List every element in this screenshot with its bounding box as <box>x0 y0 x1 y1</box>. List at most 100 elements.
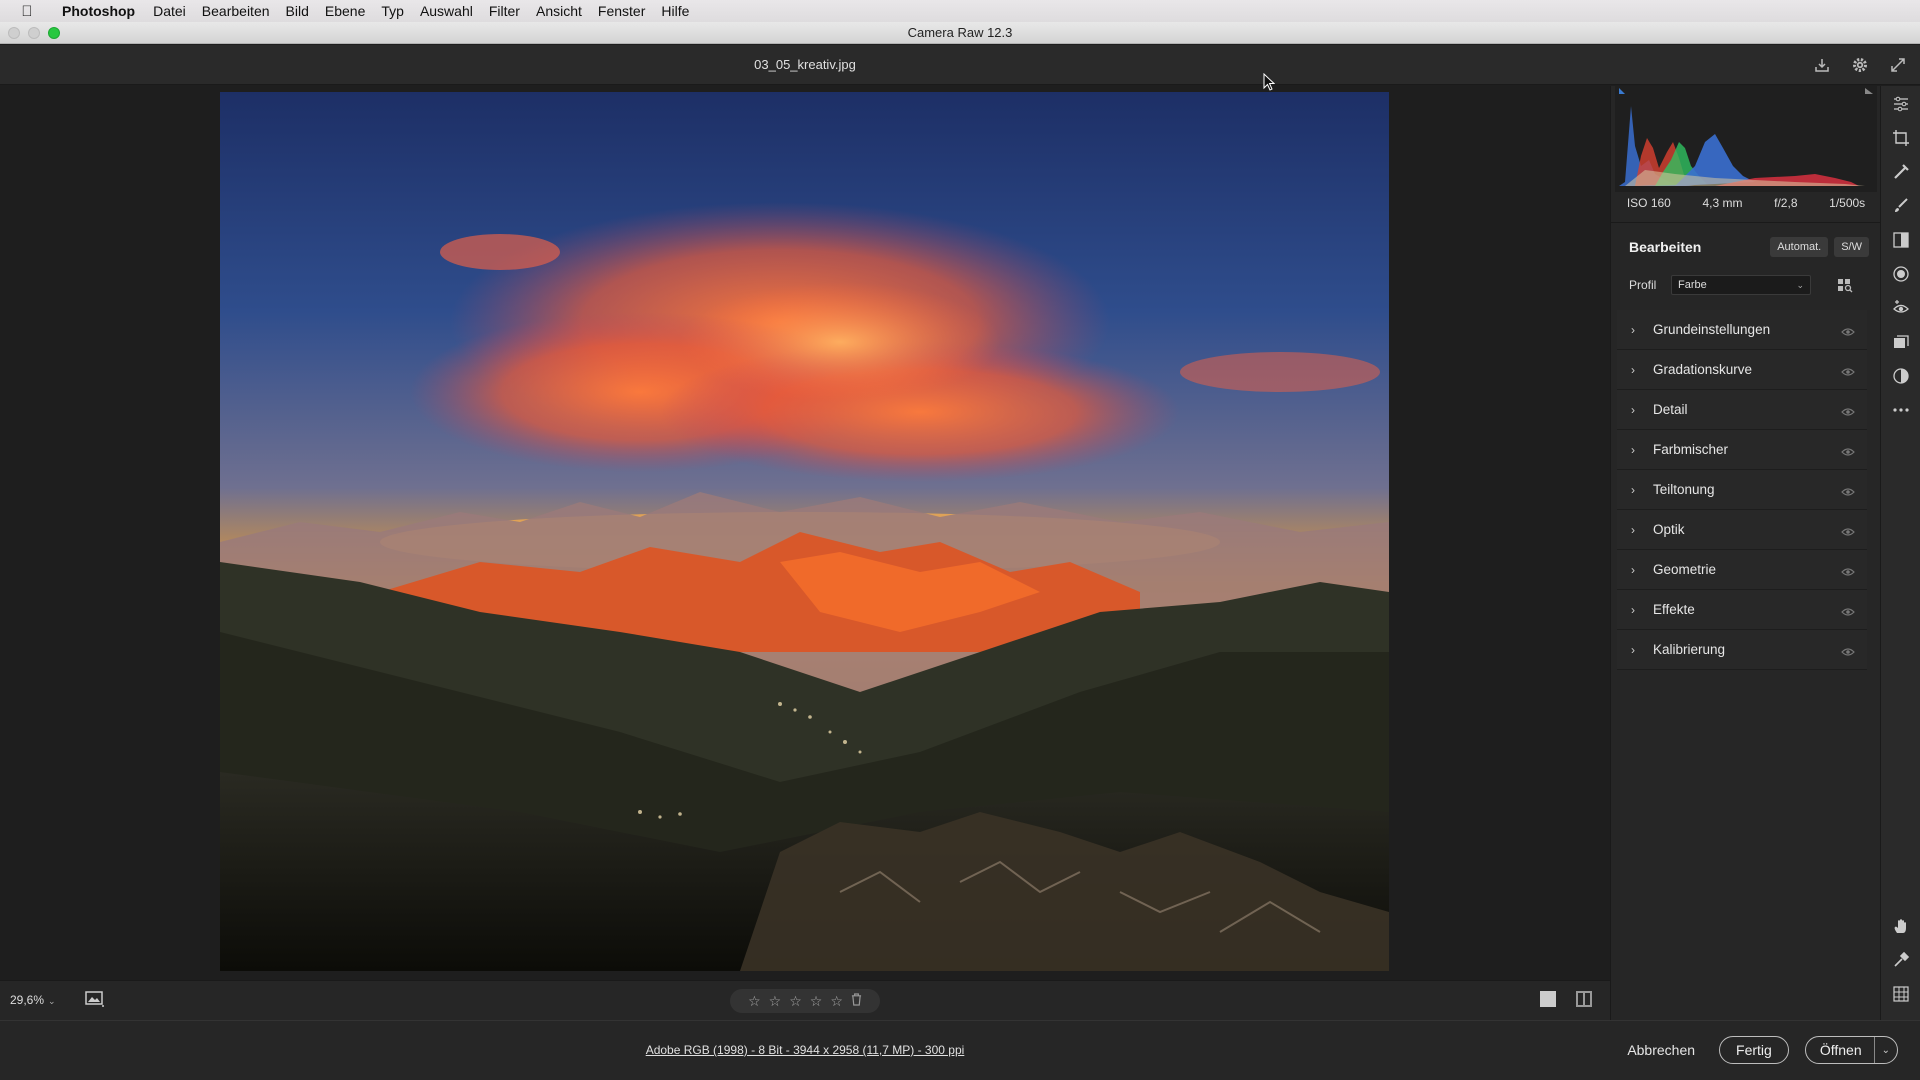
menu-hilfe[interactable]: Hilfe <box>653 0 697 22</box>
section-teiltonung[interactable]: › Teiltonung <box>1617 470 1867 510</box>
cancel-button[interactable]: Abbrechen <box>1619 1042 1703 1058</box>
section-optik[interactable]: › Optik <box>1617 510 1867 550</box>
zoom-window-button[interactable] <box>48 27 60 39</box>
chevron-down-icon[interactable]: ⌄ <box>1875 1045 1897 1056</box>
section-gradationskurve[interactable]: › Gradationskurve <box>1617 350 1867 390</box>
image-canvas[interactable] <box>0 86 1610 980</box>
section-label: Teiltonung <box>1653 482 1715 497</box>
top-icons <box>1810 53 1910 77</box>
zoom-level-dropdown[interactable]: 29,6% ⌄ <box>10 993 56 1007</box>
menu-datei[interactable]: Datei <box>145 0 194 22</box>
menu-auswahl[interactable]: Auswahl <box>412 0 481 22</box>
exif-info: ISO 160 4,3 mm f/2,8 1/500s <box>1611 196 1881 218</box>
eye-icon[interactable] <box>1841 405 1855 416</box>
done-button[interactable]: Fertig <box>1719 1036 1789 1064</box>
menu-bearbeiten[interactable]: Bearbeiten <box>194 0 278 22</box>
gear-icon[interactable] <box>1848 53 1872 77</box>
zoom-level-value: 29,6% <box>10 993 45 1007</box>
chevron-right-icon: › <box>1631 562 1635 577</box>
workflow-options-link[interactable]: Adobe RGB (1998) - 8 Bit - 3944 x 2958 (… <box>0 1043 1610 1057</box>
section-effekte[interactable]: › Effekte <box>1617 590 1867 630</box>
menu-filter[interactable]: Filter <box>481 0 528 22</box>
chevron-right-icon: › <box>1631 442 1635 457</box>
fullscreen-icon[interactable] <box>1886 53 1910 77</box>
exif-focal-length: 4,3 mm <box>1702 196 1743 210</box>
minimize-window-button[interactable] <box>28 27 40 39</box>
chevron-right-icon: › <box>1631 602 1635 617</box>
eye-icon[interactable] <box>1841 525 1855 536</box>
camera-raw-topbar: 03_05_kreativ.jpg <box>0 45 1920 85</box>
section-farbmischer[interactable]: › Farbmischer <box>1617 430 1867 470</box>
auto-button[interactable]: Automat. <box>1770 237 1829 257</box>
star-icon[interactable]: ☆ <box>830 993 843 1010</box>
star-icon[interactable]: ☆ <box>769 993 782 1010</box>
healing-brush-icon[interactable] <box>1891 162 1911 182</box>
profile-row: Profil Farbe ⌄ <box>1629 274 1869 296</box>
status-bar: Adobe RGB (1998) - 8 Bit - 3944 x 2958 (… <box>0 1020 1920 1080</box>
eye-icon[interactable] <box>1841 325 1855 336</box>
exif-aperture: f/2,8 <box>1774 196 1798 210</box>
exif-iso: ISO 160 <box>1626 196 1671 210</box>
section-detail[interactable]: › Detail <box>1617 390 1867 430</box>
menu-typ[interactable]: Typ <box>373 0 412 22</box>
section-label: Geometrie <box>1653 562 1717 577</box>
profile-select[interactable]: Farbe ⌄ <box>1671 275 1811 295</box>
eye-icon[interactable] <box>1841 605 1855 616</box>
menu-fenster[interactable]: Fenster <box>590 0 653 22</box>
grid-icon[interactable] <box>1891 984 1911 1004</box>
hand-icon[interactable] <box>1891 916 1911 936</box>
menu-ebene[interactable]: Ebene <box>317 0 373 22</box>
eye-icon[interactable] <box>1841 485 1855 496</box>
presets-icon[interactable] <box>1891 366 1911 386</box>
save-image-icon[interactable] <box>1810 53 1834 77</box>
filmstrip-icon[interactable] <box>84 990 106 1008</box>
crop-icon[interactable] <box>1891 128 1911 148</box>
apple-icon[interactable]:  <box>0 3 54 20</box>
star-icon[interactable]: ☆ <box>810 993 823 1010</box>
exif-shutter: 1/500s <box>1829 196 1866 210</box>
close-window-button[interactable] <box>8 27 20 39</box>
brush-icon[interactable] <box>1891 196 1911 216</box>
snapshots-icon[interactable] <box>1891 332 1911 352</box>
section-geometrie[interactable]: › Geometrie <box>1617 550 1867 590</box>
section-label: Gradationskurve <box>1653 362 1753 377</box>
star-icon[interactable]: ☆ <box>789 993 802 1010</box>
open-button[interactable]: Öffnen <box>1806 1037 1875 1063</box>
profile-label: Profil <box>1629 278 1657 292</box>
star-rating: ☆ ☆ ☆ ☆ ☆ <box>730 989 880 1013</box>
eyedropper-icon[interactable] <box>1891 950 1911 970</box>
eye-icon[interactable] <box>1841 645 1855 656</box>
chevron-right-icon: › <box>1631 522 1635 537</box>
chevron-right-icon: › <box>1631 402 1635 417</box>
eye-icon[interactable] <box>1841 365 1855 376</box>
section-label: Kalibrierung <box>1653 642 1726 657</box>
menu-ansicht[interactable]: Ansicht <box>528 0 590 22</box>
edit-sliders-icon[interactable] <box>1891 94 1911 114</box>
chevron-right-icon: › <box>1631 362 1635 377</box>
profile-browser-icon[interactable] <box>1837 277 1853 293</box>
divider <box>1611 222 1881 223</box>
before-after-view-icon[interactable] <box>1576 991 1592 1007</box>
dialog-actions: Abbrechen Fertig Öffnen ⌄ <box>1619 1036 1898 1064</box>
menu-bild[interactable]: Bild <box>278 0 317 22</box>
radial-filter-icon[interactable] <box>1891 264 1911 284</box>
open-button-group: Öffnen ⌄ <box>1804 1036 1898 1064</box>
single-view-icon[interactable] <box>1540 991 1556 1007</box>
histogram <box>1615 86 1877 192</box>
chevron-down-icon: ⌄ <box>48 996 56 1006</box>
menu-app-name[interactable]: Photoshop <box>54 0 145 22</box>
gradient-filter-icon[interactable] <box>1891 230 1911 250</box>
photo-preview[interactable] <box>220 92 1389 971</box>
view-mode-icons <box>1540 991 1592 1007</box>
star-icon[interactable]: ☆ <box>748 993 761 1010</box>
red-eye-icon[interactable] <box>1891 298 1911 318</box>
eye-icon[interactable] <box>1841 565 1855 576</box>
eye-icon[interactable] <box>1841 445 1855 456</box>
more-icon[interactable] <box>1891 400 1911 420</box>
section-grundeinstellungen[interactable]: › Grundeinstellungen <box>1617 310 1867 350</box>
section-label: Effekte <box>1653 602 1695 617</box>
chevron-right-icon: › <box>1631 322 1635 337</box>
section-kalibrierung[interactable]: › Kalibrierung <box>1617 630 1867 670</box>
trash-icon[interactable] <box>851 993 862 1009</box>
black-white-button[interactable]: S/W <box>1834 237 1869 257</box>
